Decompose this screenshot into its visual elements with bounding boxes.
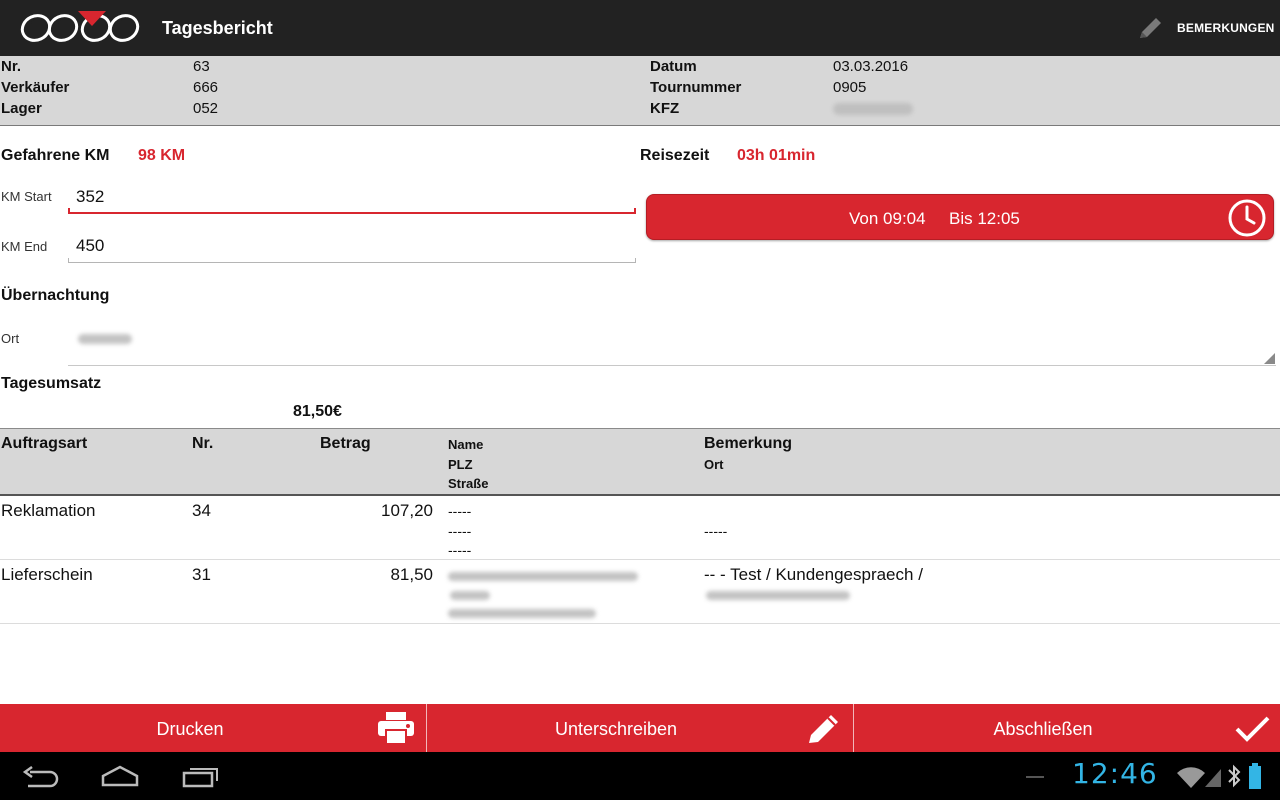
driven-km-value: 98 KM [138, 147, 186, 164]
travel-time-button[interactable]: Von 09:04 Bis 12:05 [646, 194, 1274, 240]
recent-apps-icon[interactable] [182, 766, 220, 788]
row-plz: ----- [448, 523, 472, 539]
row-nr: 31 [192, 565, 211, 584]
table-row[interactable]: Lieferschein 31 81,50 -- - Test / Kunden… [0, 560, 1280, 624]
col-remark: Bemerkung [704, 435, 793, 452]
seller-label: Verkäufer [1, 79, 70, 96]
orders-table-header: Auftragsart Nr. Betrag Name PLZ Straße B… [0, 428, 1280, 496]
row-order-type: Reklamation [1, 501, 96, 520]
overnight-place-underline [68, 365, 1276, 366]
driven-km-title: Gefahrene KM [1, 147, 110, 164]
bluetooth-icon [1228, 764, 1241, 788]
row-plz-redacted [450, 591, 490, 600]
row-amount: 81,50 [390, 565, 433, 584]
warehouse-value: 052 [193, 100, 219, 117]
col-nr: Nr. [192, 435, 214, 452]
checkmark-icon [1235, 716, 1270, 742]
remarks-action-button[interactable]: BEMERKUNGEN [1136, 0, 1280, 56]
seller-value: 666 [193, 79, 219, 96]
row-place: ----- [704, 523, 728, 539]
col-street: Straße [448, 476, 489, 491]
revenue-title: Tagesumsatz [1, 375, 102, 392]
row-name: ----- [448, 503, 472, 519]
row-order-type: Lieferschein [1, 565, 93, 584]
app-title: Tagesbericht [162, 18, 273, 38]
tour-label: Tournummer [650, 79, 742, 96]
km-end-label: KM End [1, 239, 48, 254]
wifi-icon [1177, 767, 1205, 788]
signal-icon [1205, 769, 1221, 787]
pencil-icon [1140, 18, 1161, 38]
row-nr: 34 [192, 501, 211, 520]
row-remark: -- - Test / Kundengespraech / [704, 565, 923, 584]
overnight-title: Übernachtung [1, 287, 110, 304]
travel-time-title: Reisezeit [640, 147, 710, 164]
col-name: Name [448, 437, 484, 452]
report-header-info: Nr. 63 Verkäufer 666 Lager 052 Datum 03.… [0, 56, 1280, 126]
col-amount: Betrag [320, 435, 371, 452]
row-street: ----- [448, 542, 472, 558]
notification-icon[interactable] [1026, 776, 1044, 778]
time-from: Von 09:04 [849, 209, 926, 228]
tour-value: 0905 [833, 79, 867, 96]
revenue-value: 81,50€ [293, 403, 342, 420]
company-logo[interactable] [16, 8, 144, 48]
finish-button-label: Abschließen [993, 719, 1093, 739]
time-to: Bis 12:05 [949, 209, 1020, 228]
bottom-action-bar: Drucken Unterschreiben Abschließen [0, 704, 1280, 752]
printer-icon [378, 712, 414, 745]
overnight-place-label: Ort [1, 331, 20, 346]
print-button[interactable]: Drucken [0, 704, 426, 752]
sign-button[interactable]: Unterschreiben [427, 704, 853, 752]
nr-label: Nr. [1, 58, 22, 75]
row-amount: 107,20 [381, 501, 433, 520]
date-label: Datum [650, 58, 697, 75]
overnight-place-input[interactable] [68, 318, 1276, 364]
col-place: Ort [704, 457, 724, 472]
date-value: 03.03.2016 [833, 58, 909, 75]
warehouse-label: Lager [1, 100, 42, 117]
resize-grip-icon[interactable] [1264, 353, 1275, 364]
km-start-label: KM Start [1, 189, 52, 204]
finish-button[interactable]: Abschließen [854, 704, 1280, 752]
km-start-input[interactable]: 352 [68, 182, 636, 214]
overnight-place-redacted [78, 334, 132, 344]
col-plz: PLZ [448, 457, 473, 472]
km-end-input[interactable]: 450 [68, 231, 636, 263]
table-row[interactable]: Reklamation 34 107,20 ----- ----- ----- … [0, 496, 1280, 560]
back-icon[interactable] [22, 766, 60, 788]
row-street-redacted [448, 609, 596, 618]
vehicle-label: KFZ [650, 100, 680, 117]
vehicle-value-redacted [833, 103, 913, 115]
status-clock: 12:46 [1072, 757, 1158, 790]
row-place-redacted [706, 591, 850, 600]
remarks-action-label: BEMERKUNGEN [1177, 21, 1275, 35]
action-bar: Tagesbericht BEMERKUNGEN [0, 0, 1280, 56]
travel-time-value: 03h 01min [737, 147, 816, 164]
home-icon[interactable] [100, 764, 140, 788]
nr-value: 63 [193, 58, 210, 75]
sign-button-label: Unterschreiben [554, 719, 678, 739]
pencil-icon [809, 715, 838, 743]
print-button-label: Drucken [156, 719, 224, 739]
col-order-type: Auftragsart [1, 435, 88, 452]
battery-icon [1249, 763, 1261, 789]
clock-icon [1228, 199, 1266, 237]
row-name-redacted [448, 572, 638, 581]
